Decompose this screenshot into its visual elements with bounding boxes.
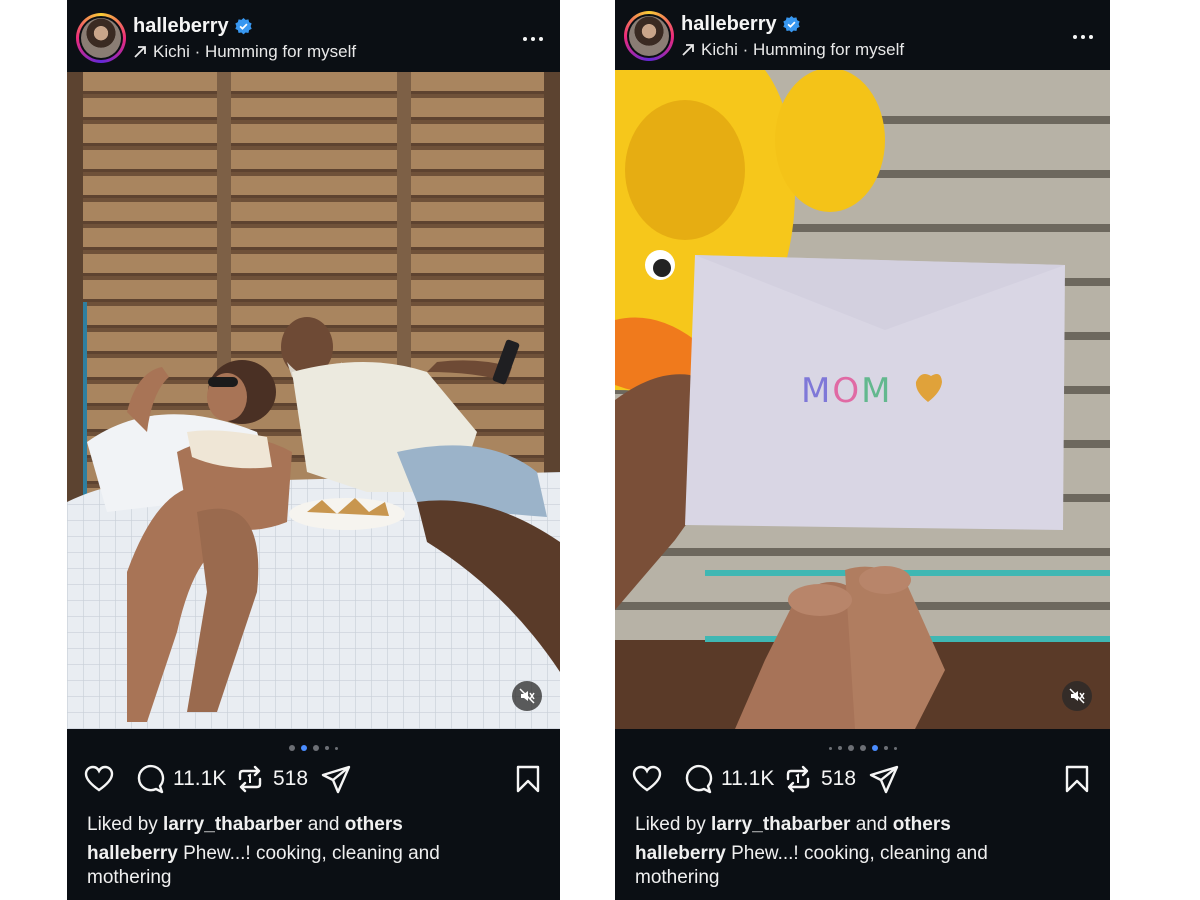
like-button[interactable] bbox=[84, 764, 114, 794]
repost-button[interactable]: 518 bbox=[783, 764, 856, 794]
more-icon[interactable] bbox=[522, 28, 544, 50]
audio-label: Kichi · Humming for myself bbox=[701, 40, 905, 59]
comment-icon bbox=[137, 764, 165, 794]
audio-track[interactable]: Kichi · Humming for myself bbox=[133, 42, 356, 62]
like-button[interactable] bbox=[632, 764, 662, 794]
post-caption: halleberry Phew...! cooking, cleaning an… bbox=[635, 842, 1035, 890]
mute-icon bbox=[519, 688, 535, 704]
caption-username[interactable]: halleberry bbox=[87, 843, 178, 864]
avatar[interactable] bbox=[624, 11, 674, 61]
carousel-dot bbox=[847, 745, 854, 751]
liked-others-link[interactable]: others bbox=[345, 814, 403, 835]
verified-badge-icon bbox=[782, 16, 800, 33]
carousel-dot bbox=[325, 746, 329, 750]
carousel-dot bbox=[883, 746, 888, 750]
carousel-indicator bbox=[615, 744, 1110, 752]
bookmark-icon bbox=[516, 765, 540, 793]
photo-mom-envelope: MOM bbox=[615, 70, 1110, 729]
repost-count: 518 bbox=[273, 767, 309, 790]
bookmark-icon bbox=[1065, 765, 1089, 793]
bookmark-button[interactable] bbox=[513, 764, 543, 794]
post-media[interactable]: MOM bbox=[615, 70, 1110, 729]
mute-button[interactable] bbox=[1062, 681, 1092, 711]
post-caption: halleberry Phew...! cooking, cleaning an… bbox=[87, 842, 487, 890]
action-bar: 11.1K 518 bbox=[615, 764, 1110, 800]
repost-button[interactable]: 518 bbox=[235, 764, 308, 794]
more-icon[interactable] bbox=[1072, 26, 1094, 48]
verified-badge-icon bbox=[234, 18, 252, 35]
action-bar: 11.1K 518 bbox=[67, 764, 560, 800]
carousel-dot bbox=[837, 746, 842, 750]
heart-icon bbox=[84, 765, 114, 792]
carousel-dot bbox=[828, 746, 832, 750]
post-media[interactable] bbox=[67, 72, 560, 729]
share-icon bbox=[869, 765, 899, 794]
share-button[interactable] bbox=[321, 764, 351, 794]
bookmark-button[interactable] bbox=[1062, 764, 1092, 794]
carousel-dot bbox=[289, 745, 295, 751]
carousel-dot bbox=[893, 746, 897, 750]
liked-user-link[interactable]: larry_thabarber bbox=[163, 814, 302, 835]
share-icon bbox=[321, 765, 351, 794]
liked-others-link[interactable]: others bbox=[893, 814, 951, 835]
carousel-dot-active bbox=[301, 745, 307, 751]
photo-couple-in-cabana bbox=[67, 72, 560, 729]
comment-button[interactable]: 11.1K bbox=[683, 764, 774, 794]
likes-summary: Liked by larry_thabarber and others bbox=[635, 814, 951, 836]
liked-user-link[interactable]: larry_thabarber bbox=[711, 814, 850, 835]
likes-summary: Liked by larry_thabarber and others bbox=[87, 814, 403, 836]
liked-prefix: Liked by bbox=[87, 814, 164, 835]
share-button[interactable] bbox=[869, 764, 899, 794]
comment-icon bbox=[685, 764, 713, 794]
username[interactable]: halleberry bbox=[681, 13, 777, 36]
audio-label: Kichi · Humming for myself bbox=[153, 42, 357, 61]
avatar[interactable] bbox=[76, 13, 126, 63]
comment-count: 11.1K bbox=[721, 767, 775, 790]
comment-button[interactable]: 11.1K bbox=[135, 764, 226, 794]
post-header: halleberry Kichi · Humming for myself bbox=[67, 0, 560, 72]
carousel-dot bbox=[313, 745, 319, 751]
repost-icon bbox=[786, 765, 810, 793]
liked-mid: and bbox=[850, 814, 893, 835]
carousel-dot bbox=[859, 745, 866, 751]
carousel-indicator bbox=[67, 744, 560, 752]
post-header: halleberry Kichi · Humming for myself bbox=[615, 0, 1110, 72]
audio-track[interactable]: Kichi · Humming for myself bbox=[681, 40, 904, 60]
liked-prefix: Liked by bbox=[635, 814, 712, 835]
carousel-dot-active bbox=[871, 745, 878, 751]
liked-mid: and bbox=[302, 814, 345, 835]
heart-icon bbox=[632, 765, 662, 792]
mute-button[interactable] bbox=[512, 681, 542, 711]
username[interactable]: halleberry bbox=[133, 15, 229, 38]
repost-icon bbox=[238, 765, 262, 793]
repost-count: 518 bbox=[821, 767, 857, 790]
audio-arrow-icon bbox=[682, 44, 694, 56]
carousel-dot bbox=[335, 746, 338, 750]
comment-count: 11.1K bbox=[173, 767, 227, 790]
envelope-text: MOM bbox=[801, 371, 892, 411]
mute-icon bbox=[1069, 688, 1085, 704]
caption-username[interactable]: halleberry bbox=[635, 843, 726, 864]
post-1: halleberry Kichi · Humming for myself 11… bbox=[67, 0, 560, 900]
audio-arrow-icon bbox=[134, 46, 146, 58]
post-2: halleberry Kichi · Humming for myself MO… bbox=[615, 0, 1110, 900]
